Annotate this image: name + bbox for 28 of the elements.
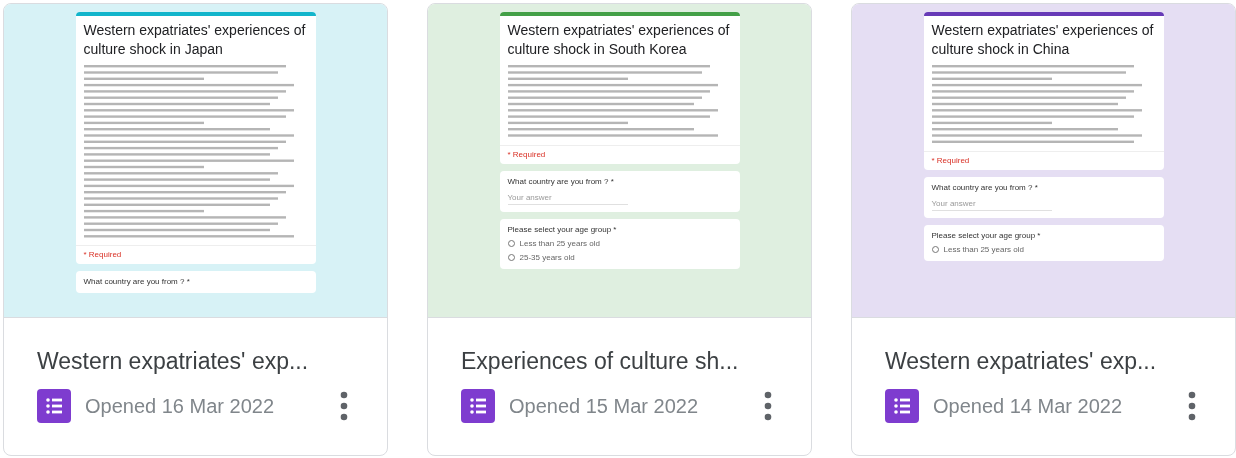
question-label: What country are you from ? * (83, 277, 191, 287)
question-label: Please select your age group * (507, 224, 618, 234)
document-card[interactable] (427, 3, 812, 456)
required-note: * Required (75, 245, 316, 265)
question-label: Please select your age group * (931, 230, 1042, 240)
document-title: Experiences of culture sh... (461, 348, 740, 375)
option-label: Less than 25 years old (519, 238, 600, 248)
forms-icon (461, 389, 495, 423)
document-card[interactable] (851, 3, 1236, 456)
opened-date: Opened 16 Mar 2022 (85, 394, 275, 418)
document-card[interactable]: Western expatriates' experiences of culture shock in Japan * Required What country are you from ? * Western expatriates' exp... Opened 16 Mar 2022 (3, 3, 388, 456)
answer-field: Your answer (507, 192, 628, 205)
form-title: Western expatriates' experiences of culture shock in China (930, 21, 1155, 59)
answer-field: Your answer (931, 198, 1052, 211)
question-label: What country are you from ? * (507, 176, 615, 186)
question-label: What country are you from ? * (931, 182, 1039, 192)
form-title: Western expatriates' experiences of culture shock in South Korea (506, 21, 731, 59)
document-title: Western expatriates' exp... (37, 348, 310, 375)
option-label: Less than 25 years old (943, 244, 1024, 254)
forms-icon (37, 389, 71, 423)
opened-date: Opened 15 Mar 2022 (509, 394, 699, 418)
form-title: Western expatriates' experiences of culture shock in Japan (82, 21, 307, 59)
opened-date: Opened 14 Mar 2022 (933, 394, 1123, 418)
option-label: 25-35 years old (519, 252, 575, 262)
forms-icon (885, 389, 919, 423)
required-note: * Required (923, 150, 1164, 170)
required-note: * Required (499, 144, 740, 164)
document-title: Western expatriates' exp... (885, 348, 1158, 375)
